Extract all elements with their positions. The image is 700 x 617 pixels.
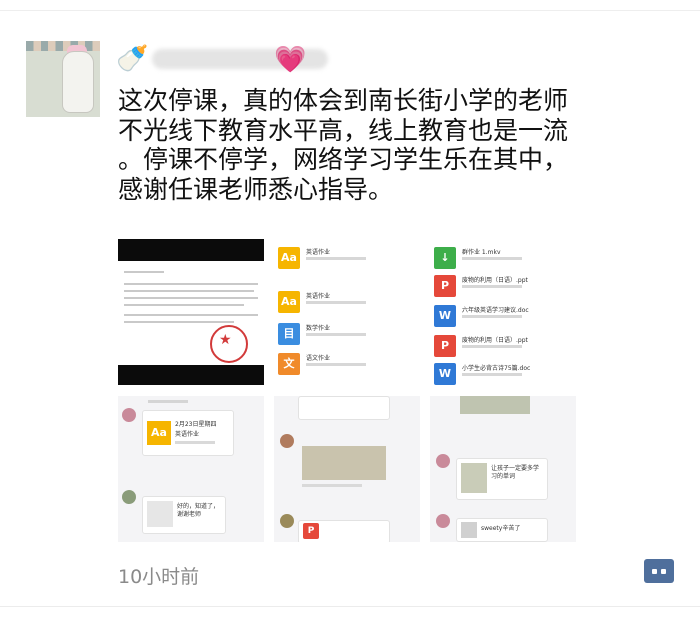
file-meta	[306, 257, 366, 260]
photo-caption	[302, 484, 362, 487]
comment-dot	[652, 569, 657, 574]
file-name: 英语作业	[306, 249, 331, 256]
avatar[interactable]	[26, 41, 100, 117]
card-title: 2月23日星期四	[175, 421, 217, 428]
reply-image	[461, 463, 487, 493]
file-name: 语文作业	[306, 355, 331, 362]
reply-text: 好的，知道了，谢谢老师	[177, 503, 220, 518]
file-meta	[462, 315, 522, 318]
card-subtitle: 英语作业	[175, 431, 200, 438]
list-item: Aa 英语作业	[278, 245, 418, 271]
list-item: ↓ 群作业 1.mkv	[434, 245, 574, 271]
file-name: 废物的利用（日语）.ppt	[462, 277, 528, 284]
list-item: Aa 英语作业	[278, 289, 418, 315]
list-item: W 小学生必背古诗75篇.doc	[434, 361, 574, 385]
file-name: 废物的利用（日语）.ppt	[462, 337, 528, 344]
post-timestamp: 10小时前	[118, 566, 200, 588]
font-icon: Aa	[278, 247, 300, 269]
photo-thumbnail-homework-list[interactable]: Aa 英语作业 Aa 英语作业 目 数学作业 文 语文作业	[274, 239, 420, 385]
reply-image	[147, 501, 173, 527]
avatar-bunting	[26, 41, 100, 51]
file-name: 英语作业	[306, 293, 331, 300]
baby-bottle-icon: 🍼	[116, 44, 149, 74]
post-text-line: 这次停课，真的体会到南长街小学的老师	[118, 86, 569, 115]
chinese-icon: 文	[278, 353, 300, 375]
file-meta	[462, 345, 522, 348]
text-line	[124, 297, 258, 299]
list-item: P 废物的利用（日语）.ppt	[434, 333, 574, 359]
heart-icon: 💗	[274, 45, 307, 75]
black-bar	[118, 365, 264, 385]
file-meta	[462, 285, 522, 288]
reply-image	[461, 522, 477, 538]
file-name: 群作业 1.mkv	[462, 249, 501, 256]
avatar	[436, 454, 450, 468]
chat-reply: 让孩子一定要多学习的单词	[456, 458, 548, 500]
photo-thumbnail-file-list[interactable]: ↓ 群作业 1.mkv P 废物的利用（日语）.ppt W 六年级英语学习建议.…	[430, 239, 576, 385]
file-meta	[462, 257, 522, 260]
text-line	[124, 283, 258, 285]
text-line	[124, 290, 254, 292]
chat-reply: 好的，知道了，谢谢老师	[142, 496, 226, 534]
list-item: W 六年级英语学习建议.doc	[434, 303, 574, 329]
black-bar	[118, 239, 264, 261]
list-item: P 废物的利用（日语）.ppt	[434, 273, 574, 299]
text-line	[124, 321, 234, 323]
homework-photo	[302, 446, 386, 480]
ppt-icon: P	[434, 275, 456, 297]
file-meta	[306, 333, 366, 336]
font-icon: Aa	[278, 291, 300, 313]
calendar-icon: 目	[278, 323, 300, 345]
card-meta	[175, 441, 215, 444]
chat-bubble: P	[298, 520, 390, 542]
homework-photo	[460, 396, 530, 414]
file-meta	[306, 363, 366, 366]
photo-thumbnail-chat-homework[interactable]: Aa 2月23日星期四 英语作业 好的，知道了，谢谢老师	[118, 396, 264, 542]
comment-more-icon[interactable]	[644, 559, 674, 583]
avatar	[280, 434, 294, 448]
photo-thumbnail-chat-photos[interactable]: P	[274, 396, 420, 542]
download-icon: ↓	[434, 247, 456, 269]
post-text-line: 不光线下教育水平高，线上教育也是一流	[118, 115, 569, 145]
text-line	[124, 271, 164, 273]
list-item: 目 数学作业	[278, 321, 418, 347]
avatar-bottle	[62, 51, 94, 113]
post-text-line: 感谢任课老师悉心指导。	[118, 174, 394, 204]
bottom-divider	[0, 606, 700, 607]
ppt-icon: P	[303, 523, 319, 539]
file-name: 六年级英语学习建议.doc	[462, 307, 529, 314]
list-item: 文 语文作业	[278, 351, 418, 377]
avatar	[280, 514, 294, 528]
file-name: 数学作业	[306, 325, 331, 332]
chat-bubble	[298, 396, 390, 420]
post-text: 这次停课，真的体会到南长街小学的老师 不光线下教育水平高，线上教育也是一流 。停…	[118, 86, 658, 204]
homework-card: Aa 2月23日星期四 英语作业	[142, 410, 234, 456]
top-divider	[0, 10, 700, 11]
text-line	[124, 304, 244, 306]
comment-dot	[661, 569, 666, 574]
reply-text: sweety辛苦了	[481, 525, 521, 532]
chat-reply: sweety辛苦了	[456, 518, 548, 542]
photo-thumbnail-notice[interactable]: ★	[118, 239, 264, 385]
reply-text: 让孩子一定要多学习的单词	[491, 465, 540, 480]
word-icon: W	[434, 305, 456, 327]
seal-star-icon: ★	[219, 332, 232, 348]
avatar	[122, 408, 136, 422]
avatar	[436, 514, 450, 528]
file-name: 小学生必背古诗75篇.doc	[462, 365, 531, 372]
file-meta	[462, 373, 522, 376]
word-icon: W	[434, 363, 456, 385]
text-line	[124, 314, 258, 316]
ppt-icon: P	[434, 335, 456, 357]
file-meta	[306, 301, 366, 304]
font-icon: Aa	[147, 421, 171, 445]
post-text-line: 。停课不停学，网络学习学生乐在其中，	[118, 145, 569, 174]
time-line	[148, 400, 188, 403]
avatar	[122, 490, 136, 504]
photo-thumbnail-chat-replies[interactable]: 让孩子一定要多学习的单词 sweety辛苦了	[430, 396, 576, 542]
